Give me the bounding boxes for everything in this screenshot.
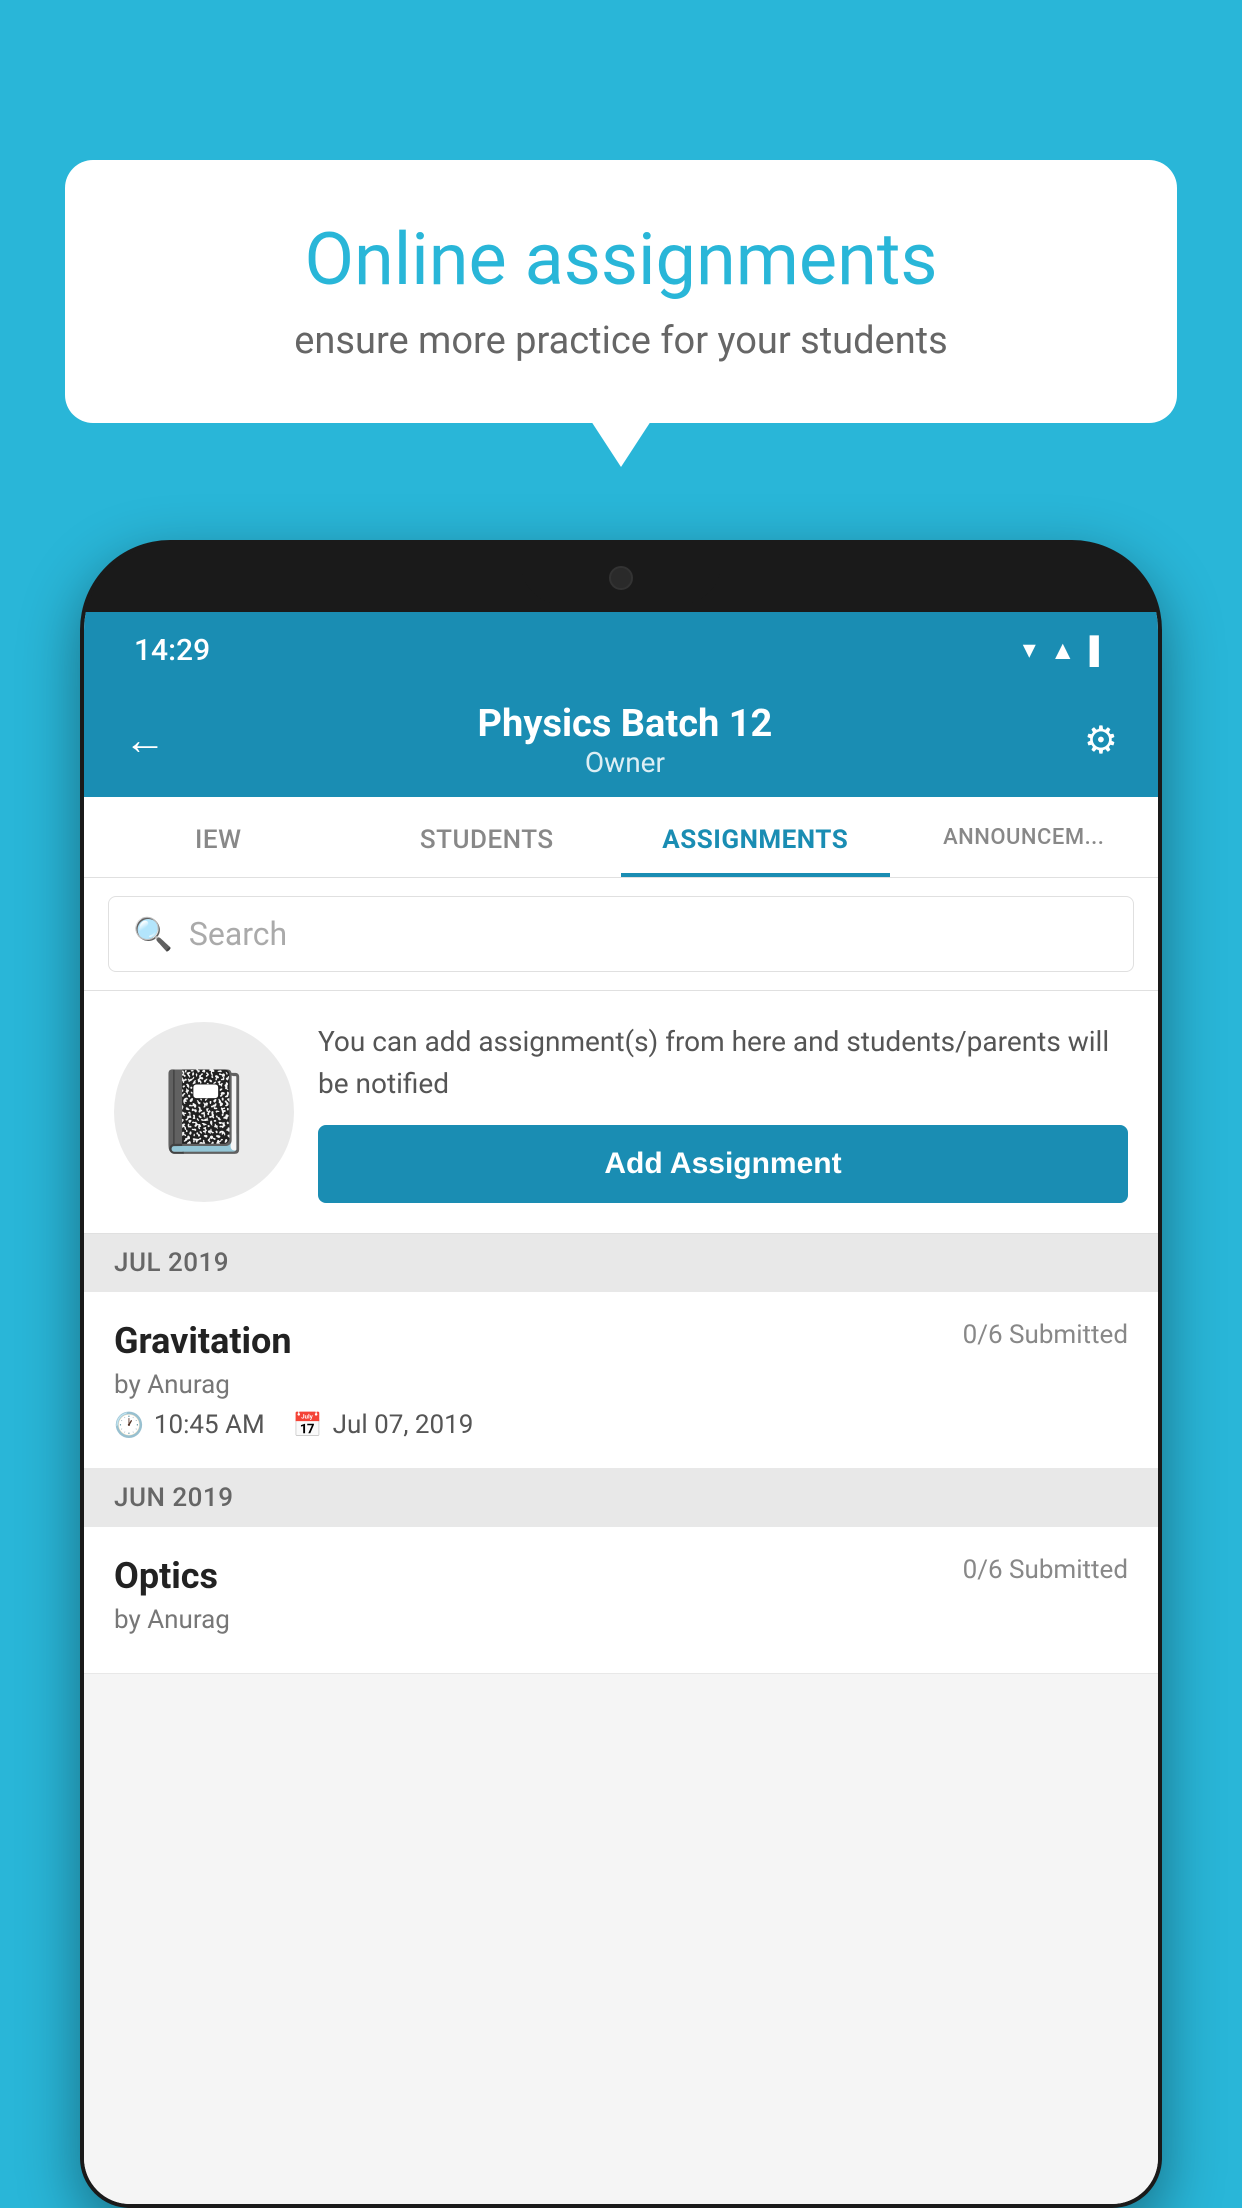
tab-iew[interactable]: IEW	[84, 797, 353, 877]
section-jun-label: JUN 2019	[114, 1483, 233, 1513]
wifi-icon: ▾	[1023, 635, 1036, 665]
tabs-bar: IEW STUDENTS ASSIGNMENTS ANNOUNCEM...	[84, 797, 1158, 878]
clock-icon: 🕐	[114, 1411, 144, 1439]
back-button[interactable]: ←	[124, 716, 166, 765]
header-center: Physics Batch 12 Owner	[478, 702, 773, 779]
assignment-name-gravitation: Gravitation	[114, 1320, 292, 1362]
add-assignment-button[interactable]: Add Assignment	[318, 1125, 1128, 1203]
battery-icon: ▌	[1090, 635, 1108, 666]
tab-assignments[interactable]: ASSIGNMENTS	[621, 797, 890, 877]
app-header: ← Physics Batch 12 Owner ⚙	[84, 680, 1158, 797]
notch-camera	[609, 566, 633, 590]
phone-inner: 14:29 ▾ ▲ ▌ ← Physics Batch 12 Owner ⚙ I…	[84, 544, 1158, 2204]
signal-icon: ▲	[1050, 635, 1076, 666]
calendar-icon: 📅	[293, 1411, 323, 1439]
phone-screen: 14:29 ▾ ▲ ▌ ← Physics Batch 12 Owner ⚙ I…	[84, 612, 1158, 2204]
assignment-top-row: Gravitation 0/6 Submitted	[114, 1320, 1128, 1362]
assignment-submitted-gravitation: 0/6 Submitted	[963, 1320, 1128, 1350]
status-icons: ▾ ▲ ▌	[1023, 635, 1108, 666]
settings-icon[interactable]: ⚙	[1084, 718, 1118, 763]
section-jun-2019: JUN 2019	[84, 1469, 1158, 1527]
assignment-name-optics: Optics	[114, 1555, 218, 1597]
speech-bubble-container: Online assignments ensure more practice …	[65, 160, 1177, 423]
batch-role: Owner	[478, 746, 773, 779]
tab-announcements[interactable]: ANNOUNCEM...	[890, 797, 1159, 877]
search-placeholder: Search	[189, 915, 287, 953]
promo-right: You can add assignment(s) from here and …	[318, 1021, 1128, 1203]
tab-students[interactable]: STUDENTS	[353, 797, 622, 877]
status-time: 14:29	[134, 633, 210, 668]
phone-notch	[521, 544, 721, 604]
search-icon: 🔍	[133, 915, 173, 953]
assignment-meta-gravitation: 🕐 10:45 AM 📅 Jul 07, 2019	[114, 1410, 1128, 1440]
bubble-title: Online assignments	[135, 220, 1107, 299]
assignment-author-optics: by Anurag	[114, 1605, 1128, 1635]
add-assignment-promo: 📓 You can add assignment(s) from here an…	[84, 991, 1158, 1234]
assignment-author-gravitation: by Anurag	[114, 1370, 1128, 1400]
section-jul-2019: JUL 2019	[84, 1234, 1158, 1292]
batch-title: Physics Batch 12	[478, 702, 773, 746]
speech-bubble: Online assignments ensure more practice …	[65, 160, 1177, 423]
assignment-time-gravitation: 🕐 10:45 AM	[114, 1410, 265, 1440]
notebook-icon-wrap: 📓	[114, 1022, 294, 1202]
assignment-date-gravitation: 📅 Jul 07, 2019	[293, 1410, 474, 1440]
section-jul-label: JUL 2019	[114, 1248, 229, 1278]
promo-text: You can add assignment(s) from here and …	[318, 1021, 1128, 1105]
phone-frame: 14:29 ▾ ▲ ▌ ← Physics Batch 12 Owner ⚙ I…	[80, 540, 1162, 2208]
assignment-optics-top-row: Optics 0/6 Submitted	[114, 1555, 1128, 1597]
assignment-submitted-optics: 0/6 Submitted	[963, 1555, 1128, 1585]
assignment-optics[interactable]: Optics 0/6 Submitted by Anurag	[84, 1527, 1158, 1674]
search-container: 🔍 Search	[84, 878, 1158, 991]
status-bar: 14:29 ▾ ▲ ▌	[84, 612, 1158, 680]
search-input-wrap[interactable]: 🔍 Search	[108, 896, 1134, 972]
assignment-gravitation[interactable]: Gravitation 0/6 Submitted by Anurag 🕐 10…	[84, 1292, 1158, 1469]
content-area: 🔍 Search 📓 You can add assignment(s) fro…	[84, 878, 1158, 2204]
bubble-subtitle: ensure more practice for your students	[135, 319, 1107, 363]
notebook-icon: 📓	[154, 1065, 254, 1159]
